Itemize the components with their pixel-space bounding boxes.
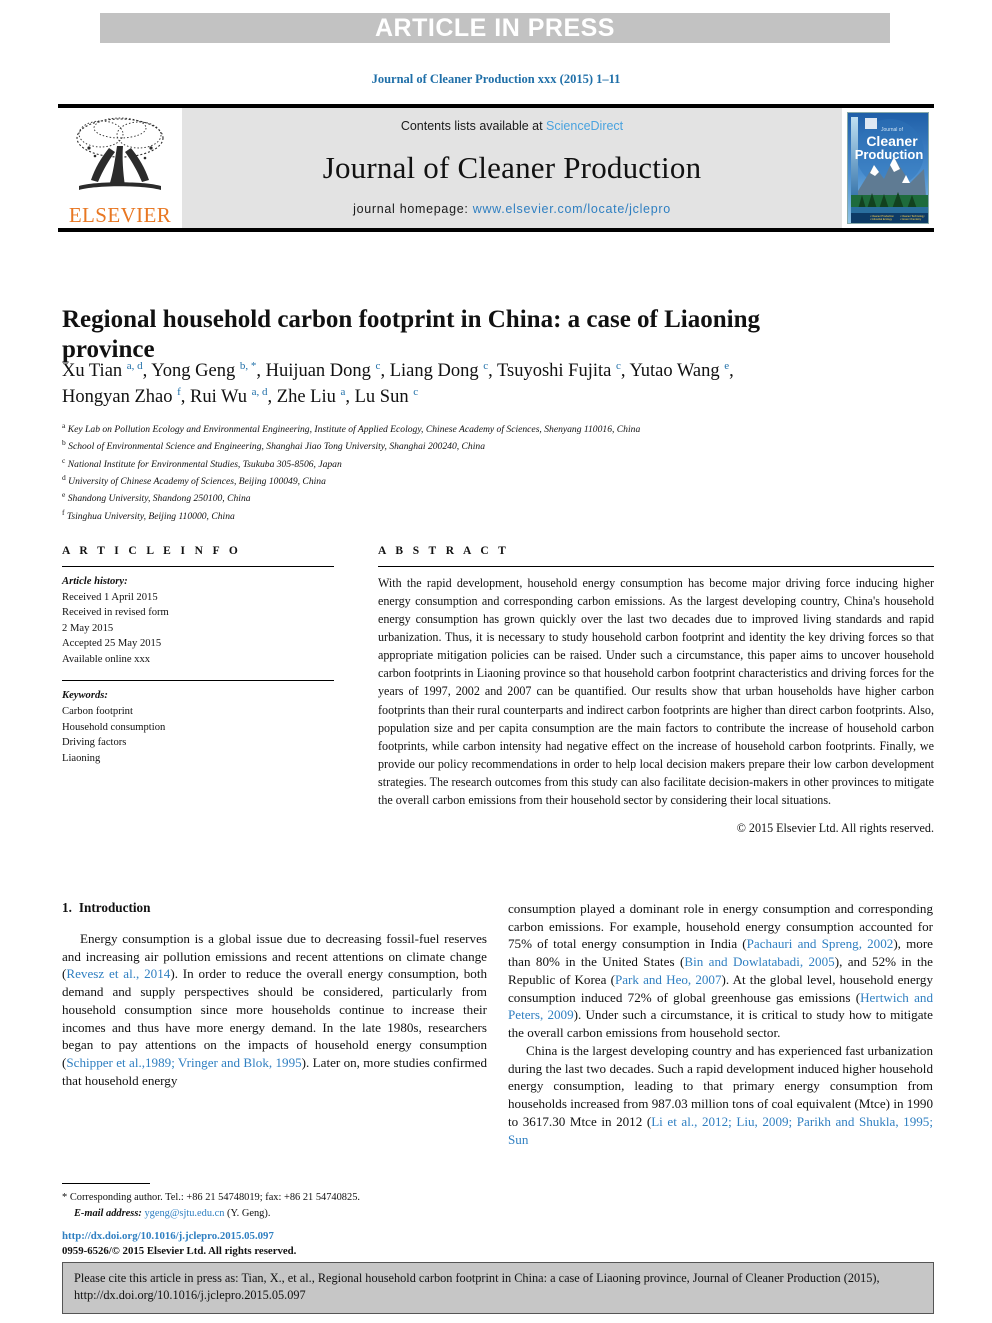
homepage-prefix: journal homepage:	[353, 202, 473, 216]
intro-paragraph-1: Energy consumption is a global issue due…	[62, 931, 488, 1088]
affiliation-marker: f	[62, 507, 65, 517]
journal-homepage-line: journal homepage: www.elsevier.com/locat…	[353, 202, 671, 216]
article-history-label: Article history:	[62, 576, 128, 587]
affiliation-item: c National Institute for Environmental S…	[62, 455, 342, 470]
affiliation-list: a Key Lab on Pollution Ecology and Envir…	[62, 420, 892, 524]
affiliation-item: a Key Lab on Pollution Ecology and Envir…	[62, 421, 641, 436]
keyword-item: Liaoning	[62, 752, 101, 764]
journal-masthead: ELSEVIER Contents lists available at Sci…	[58, 104, 934, 232]
journal-cover-image: Journal of Cleaner Production • Cleaner …	[847, 112, 929, 224]
footnote-marker: *	[62, 1192, 68, 1203]
keyword-item: Driving factors	[62, 737, 127, 749]
abstract-text: With the rapid development, household en…	[378, 576, 934, 807]
article-history-item: Received 1 April 2015	[62, 591, 158, 603]
article-history-items: Received 1 April 2015 Received in revised…	[62, 590, 334, 668]
article-in-press-label: ARTICLE IN PRESS	[375, 13, 615, 42]
page-title: Regional household carbon footprint in C…	[62, 305, 761, 364]
abstract-copyright: © 2015 Elsevier Ltd. All rights reserved…	[736, 821, 934, 836]
affiliation-marker: c	[62, 455, 66, 465]
article-info-column: A R T I C L E I N F O Article history: R…	[62, 545, 334, 766]
affiliation-marker: e	[62, 490, 66, 500]
running-head: Journal of Cleaner Production xxx (2015)…	[371, 72, 621, 86]
affiliation-marker: d	[62, 473, 66, 483]
abstract-divider	[378, 566, 934, 567]
body-column-left: 1. Introduction Energy consumption is a g…	[62, 900, 487, 1090]
paper-page: ARTICLE IN PRESS Journal of Cleaner Prod…	[0, 0, 992, 1323]
keyword-item: Household consumption	[62, 721, 166, 733]
author-line-1: Xu Tian a, d, Yong Geng b, *, Huijuan Do…	[62, 359, 734, 381]
intro-paragraph-2: consumption played a dominant role in en…	[508, 901, 933, 1041]
affiliation-marker: a	[62, 421, 66, 430]
section-heading-introduction: 1. Introduction	[62, 900, 487, 916]
article-info-divider-top	[62, 566, 334, 567]
footnote-email-line: E-mail address: ygeng@sjtu.edu.cn (Y. Ge…	[62, 1206, 487, 1222]
author-list: Xu Tian a, d, Yong Geng b, *, Huijuan Do…	[62, 358, 882, 411]
elsevier-logo: ELSEVIER	[58, 108, 182, 228]
abstract-column: A B S T R A C T With the rapid developme…	[378, 545, 934, 836]
journal-cover-thumbnail: Journal of Cleaner Production • Cleaner …	[842, 108, 934, 228]
article-history-block: Article history: Received 1 April 2015 Re…	[62, 574, 334, 667]
svg-text:Production: Production	[855, 147, 924, 162]
email-owner: (Y. Geng).	[227, 1207, 271, 1219]
article-info-divider-mid	[62, 680, 334, 682]
affiliation-item: f Tsinghua University, Beijing 110000, C…	[62, 507, 235, 522]
email-address-link[interactable]: ygeng@sjtu.edu.cn	[144, 1208, 224, 1219]
article-history-item: Accepted 25 May 2015	[62, 638, 162, 650]
body-column-right: consumption played a dominant role in en…	[508, 900, 933, 1148]
issn-copyright-line: 0959-6526/© 2015 Elsevier Ltd. All right…	[62, 1245, 297, 1258]
footnote-corresponding-line: * Corresponding author. Tel.: +86 21 547…	[62, 1190, 487, 1206]
article-history-item: 2 May 2015	[62, 622, 114, 634]
author-line-2: Hongyan Zhao f, Rui Wu a, d, Zhe Liu a, …	[62, 386, 419, 408]
article-history-item: Available online xxx	[62, 653, 151, 665]
affiliation-item: b School of Environmental Science and En…	[62, 438, 485, 453]
article-history-item: Received in revised form	[62, 607, 169, 619]
abstract-heading: A B S T R A C T	[378, 545, 510, 557]
contents-prefix: Contents lists available at	[400, 119, 547, 133]
article-info-heading: A R T I C L E I N F O	[62, 545, 242, 557]
corresponding-author-footnote: * Corresponding author. Tel.: +86 21 547…	[62, 1183, 487, 1221]
journal-title: Journal of Cleaner Production	[322, 149, 702, 185]
footnote-corresponding-text: Corresponding author. Tel.: +86 21 54748…	[69, 1192, 360, 1203]
affiliation-marker: b	[62, 438, 66, 448]
keyword-item: Carbon footprint	[62, 705, 133, 717]
section-title: Introduction	[78, 900, 151, 915]
email-label: E-mail address:	[74, 1207, 142, 1219]
contents-list-line: Contents lists available at ScienceDirec…	[401, 119, 623, 133]
footnote-rule	[62, 1183, 150, 1184]
article-in-press-banner: ARTICLE IN PRESS	[100, 13, 890, 43]
keywords-label: Keywords:	[62, 690, 108, 702]
sciencedirect-link[interactable]: ScienceDirect	[546, 119, 623, 133]
citation-notice-text: Please cite this article in press as: Ti…	[74, 1270, 922, 1304]
keyword-items: Carbon footprint Household consumption Dri…	[62, 704, 334, 766]
svg-text:• Industrial Ecology: • Industrial Ecology	[870, 217, 893, 221]
masthead-center-panel: Contents lists available at ScienceDirec…	[182, 108, 842, 228]
elsevier-wordmark: ELSEVIER	[68, 203, 172, 227]
doi-link[interactable]: http://dx.doi.org/10.1016/j.jclepro.2015…	[62, 1229, 492, 1244]
footnote-text: * Corresponding author. Tel.: +86 21 547…	[62, 1190, 487, 1221]
keywords-block: Keywords: Carbon footprint Household cons…	[62, 688, 334, 766]
doi-block: http://dx.doi.org/10.1016/j.jclepro.2015…	[62, 1229, 492, 1260]
affiliation-item: e Shandong University, Shandong 250100, …	[62, 490, 251, 505]
elsevier-tree-icon	[76, 117, 164, 190]
svg-text:• Green Chemistry: • Green Chemistry	[900, 217, 922, 221]
intro-paragraph-3: China is the largest developing country …	[508, 1042, 933, 1147]
citation-notice-box: Please cite this article in press as: Ti…	[62, 1262, 934, 1314]
affiliation-item: d University of Chinese Academy of Scien…	[62, 473, 326, 488]
section-number: 1.	[62, 900, 72, 915]
journal-homepage-link[interactable]: www.elsevier.com/locate/jclepro	[473, 202, 671, 216]
